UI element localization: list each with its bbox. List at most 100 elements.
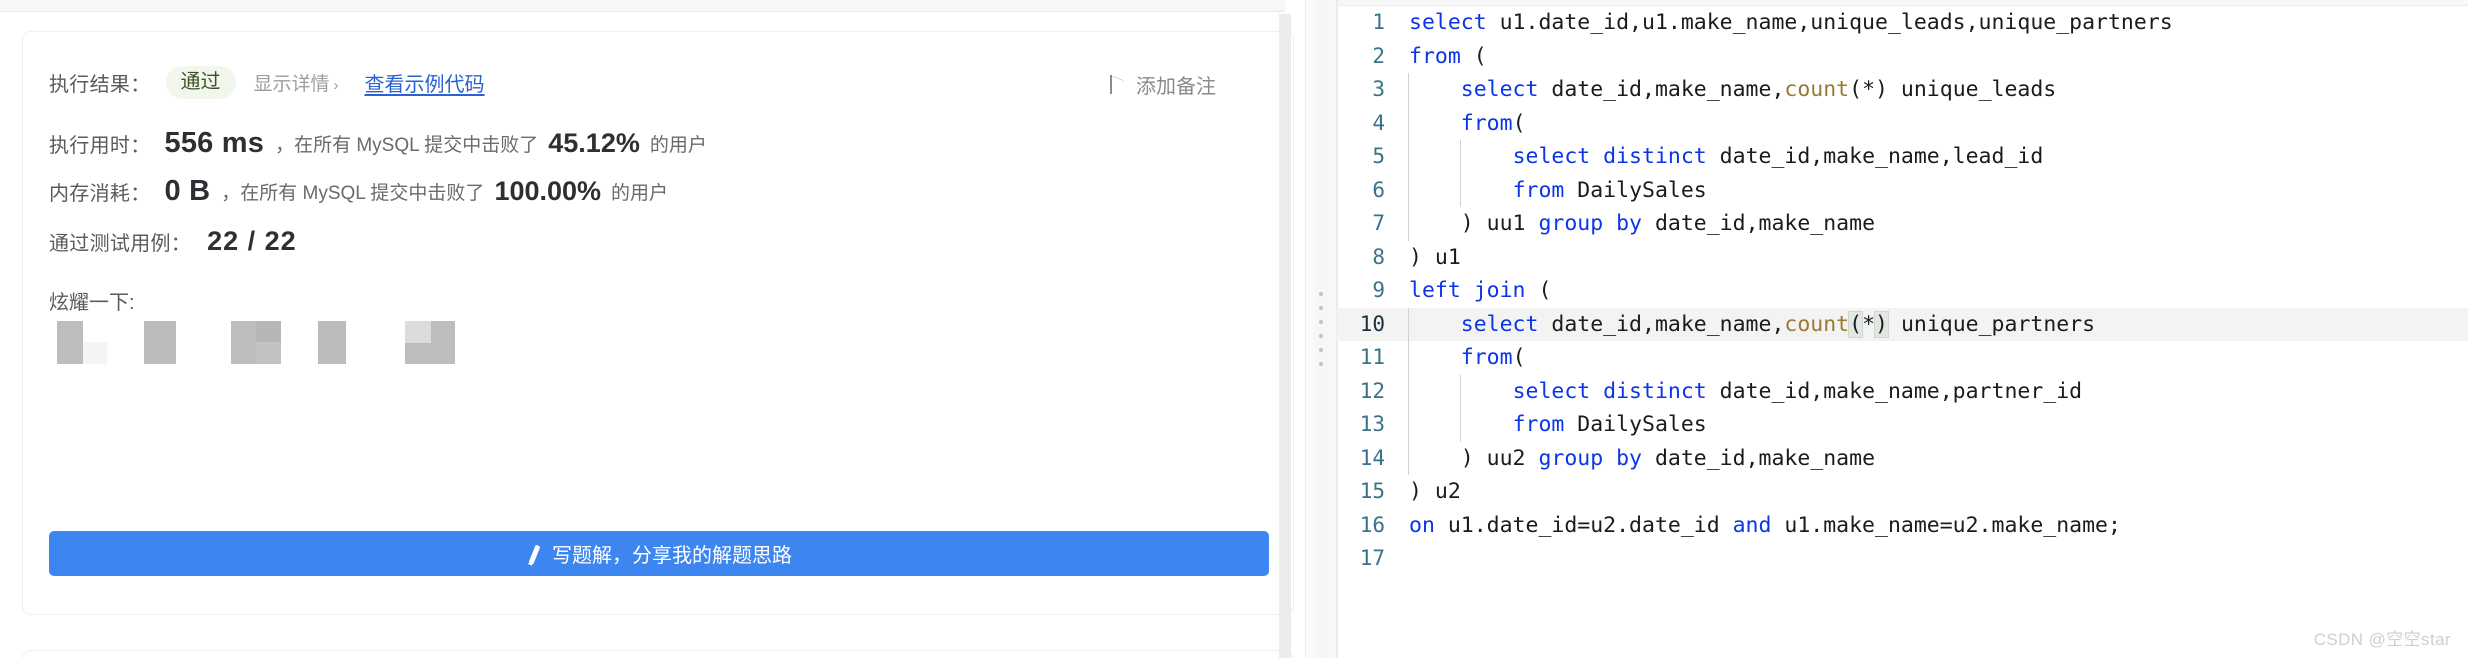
line-number: 5 xyxy=(1372,144,1385,168)
code-line-content[interactable]: select u1.date_id,u1.make_name,unique_le… xyxy=(1407,6,2468,40)
write-solution-button[interactable]: 写题解，分享我的解题思路 xyxy=(49,531,1269,576)
panel-splitter[interactable] xyxy=(1305,0,1337,658)
line-number: 6 xyxy=(1372,177,1385,202)
code-token: left join xyxy=(1409,278,1526,303)
code-line-content[interactable]: ) u1 xyxy=(1407,241,2468,275)
code-line[interactable]: 1 select u1.date_id,u1.make_name,unique_l… xyxy=(1337,6,2468,40)
runtime-middle-text: ，在所有 MySQL 提交中击败了 xyxy=(275,134,539,156)
runtime-suffix-text: 的用户 xyxy=(649,134,707,156)
add-note-button[interactable]: 添加备注 xyxy=(1110,70,1216,99)
line-number: 9 xyxy=(1372,278,1385,302)
code-token: count xyxy=(1784,311,1850,337)
code-line[interactable]: 7 ) uu1 group by date_id,make_name xyxy=(1337,207,2468,241)
code-line-content[interactable]: from DailySales xyxy=(1407,173,2468,207)
code-token: DailySales xyxy=(1564,177,1707,203)
execution-result-label: 执行结果： xyxy=(49,73,151,96)
view-sample-code-link[interactable]: 查看示例代码 xyxy=(365,68,485,97)
sql-code-editor[interactable]: 1 select u1.date_id,u1.make_name,unique_l… xyxy=(1337,6,2468,658)
code-token: and xyxy=(1732,512,1772,538)
code-line[interactable]: 10 select date_id,make_name,count(*) uni… xyxy=(1337,307,2468,341)
code-line-content[interactable]: ) u2 xyxy=(1407,475,2468,509)
share-icons-group[interactable] xyxy=(57,321,492,364)
brag-label: 炫耀一下: xyxy=(49,292,135,314)
code-line-content[interactable]: select date_id,make_name,count(*) unique… xyxy=(1407,307,2468,341)
memory-middle-text: ，在所有 MySQL 提交中击败了 xyxy=(221,182,485,204)
code-token: ) u2 xyxy=(1409,479,1461,504)
code-line[interactable]: 16 on u1.date_id=u2.date_id and u1.make_n… xyxy=(1337,509,2468,543)
code-token: group by xyxy=(1538,445,1643,471)
line-number: 8 xyxy=(1372,244,1385,269)
code-editor-panel[interactable]: 1 select u1.date_id,u1.make_name,unique_l… xyxy=(1337,0,2468,658)
memory-row: 内存消耗： 0 B ，在所有 MySQL 提交中击败了 100.00% 的用户 xyxy=(49,175,668,207)
code-line[interactable]: 8 ) u1 xyxy=(1337,241,2468,275)
left-panel-scrollbar[interactable] xyxy=(1279,14,1291,658)
code-token: u1.date_id,u1.make_name,unique_leads,uni… xyxy=(1486,10,2173,35)
runtime-row: 执行用时： 556 ms ，在所有 MySQL 提交中击败了 45.12% 的用… xyxy=(49,127,707,159)
line-number: 16 xyxy=(1359,512,1385,537)
csdn-watermark: CSDN @空空star xyxy=(2313,630,2451,649)
flag-icon xyxy=(1110,75,1125,94)
code-line-content[interactable]: from DailySales xyxy=(1407,408,2468,442)
line-number: 1 xyxy=(1372,10,1385,34)
code-line[interactable]: 14 ) uu2 group by date_id,make_name xyxy=(1337,441,2468,475)
code-token: ( xyxy=(1512,110,1526,136)
code-line[interactable]: 6 from DailySales xyxy=(1337,173,2468,207)
memory-suffix-text: 的用户 xyxy=(611,182,669,204)
code-token: ) u1 xyxy=(1409,244,1461,270)
code-line[interactable]: 17 xyxy=(1337,542,2468,576)
code-line-content[interactable]: from( xyxy=(1407,106,2468,140)
code-line-content[interactable]: select distinct date_id,make_name,partne… xyxy=(1407,374,2468,408)
share-icon-2[interactable] xyxy=(144,321,194,364)
code-token: date_id,make_name, xyxy=(1538,77,1785,102)
code-line-content[interactable]: left join ( xyxy=(1407,274,2468,308)
code-line-content[interactable]: from( xyxy=(1407,341,2468,375)
code-line-content[interactable]: select date_id,make_name,count(*) unique… xyxy=(1407,73,2468,107)
share-icon-4[interactable] xyxy=(318,321,368,364)
code-token: u1.make_name=u2.make_name; xyxy=(1771,512,2121,538)
code-line-content[interactable]: ) uu1 group by date_id,make_name xyxy=(1407,207,2468,241)
add-note-label: 添加备注 xyxy=(1136,76,1216,98)
code-line[interactable]: 3 select date_id,make_name,count(*) uniq… xyxy=(1337,73,2468,107)
code-line-content[interactable]: ) uu2 group by date_id,make_name xyxy=(1407,441,2468,475)
code-token: from xyxy=(1512,177,1565,203)
code-line[interactable]: 4 from( xyxy=(1337,106,2468,140)
code-line[interactable]: 5 select distinct date_id,make_name,lead… xyxy=(1337,140,2468,174)
code-line-content[interactable]: from ( xyxy=(1407,40,2468,74)
code-line-content[interactable]: on u1.date_id=u2.date_id and u1.make_nam… xyxy=(1407,509,2468,543)
show-detail-link[interactable]: 显示详情 › xyxy=(254,69,339,96)
line-number: 10 xyxy=(1359,311,1385,336)
share-icon-5[interactable] xyxy=(405,321,455,364)
code-line[interactable]: 11 from( xyxy=(1337,341,2468,375)
code-token: select distinct xyxy=(1512,378,1707,404)
code-token: ( xyxy=(1525,278,1552,303)
code-token: ) uu1 xyxy=(1409,211,1539,236)
code-line[interactable]: 12 select distinct date_id,make_name,par… xyxy=(1337,374,2468,408)
share-icon-1[interactable] xyxy=(57,321,107,364)
code-line[interactable]: 2 from ( xyxy=(1337,40,2468,74)
code-token: select xyxy=(1409,10,1487,35)
splitter-drag-handle-icon[interactable] xyxy=(1319,292,1323,366)
memory-percentile: 100.00% xyxy=(494,175,602,206)
code-line-content[interactable]: select distinct date_id,make_name,lead_i… xyxy=(1407,140,2468,174)
code-token: date_id,make_name xyxy=(1642,211,1876,236)
line-number: 17 xyxy=(1359,546,1385,570)
code-line[interactable]: 15) u2 xyxy=(1337,475,2468,509)
code-line[interactable]: 13 from DailySales xyxy=(1337,408,2468,442)
code-line[interactable]: 9 left join ( xyxy=(1337,274,2468,308)
line-number: 12 xyxy=(1359,378,1385,403)
code-token: from xyxy=(1512,412,1565,437)
memory-label: 内存消耗： xyxy=(49,182,151,205)
testcases-value: 22 / 22 xyxy=(207,225,297,256)
code-token: ) uu2 xyxy=(1409,445,1539,471)
screen-root: 执行结果： 通过 显示详情 › 查看示例代码 添加备注 执行用时： 556 ms … xyxy=(0,0,2468,658)
runtime-label: 执行用时： xyxy=(49,134,151,157)
secondary-card xyxy=(22,650,1294,658)
code-token: count xyxy=(1784,77,1850,102)
code-token: date_id,make_name,partner_id xyxy=(1706,378,2083,404)
share-icon-3[interactable] xyxy=(231,321,281,364)
